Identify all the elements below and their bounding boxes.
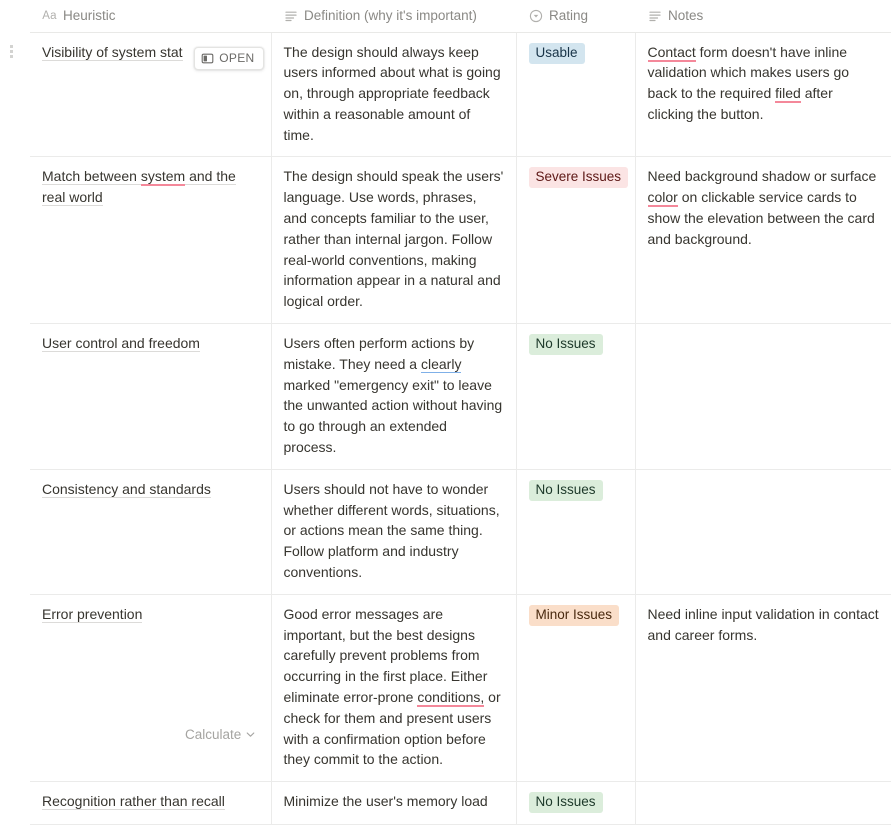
row-drag-handle[interactable] — [6, 44, 16, 61]
table-row: Consistency and standards Users should no… — [0, 469, 891, 595]
expand-panel-icon — [201, 52, 214, 65]
cell-notes[interactable]: Need inline input validation in contact … — [635, 594, 891, 783]
table-footer: Calculate — [0, 727, 891, 748]
table-body: Visibility of system stat OPEN The design … — [0, 32, 891, 825]
heuristic-cell-wrap: Consistency and standards — [42, 479, 259, 500]
heuristic-cell-wrap: Error prevention — [42, 604, 259, 625]
column-header-label-notes: Notes — [668, 8, 704, 24]
definition-text: Users often perform actions by mistake. … — [283, 335, 503, 456]
column-header-label-heuristic: Heuristic — [63, 8, 116, 24]
cell-heuristic[interactable]: Recognition rather than recall — [30, 781, 272, 825]
calculate-button[interactable]: Calculate — [185, 727, 256, 742]
chevron-down-icon — [245, 729, 256, 740]
row-handle-cell — [0, 781, 30, 825]
column-header-definition[interactable]: Definition (why it's important) — [271, 0, 516, 33]
definition-text: Minimize the user's memory load — [283, 793, 488, 810]
row-handle-cell — [0, 32, 30, 158]
notes-text: Contact form doesn't have inline validat… — [647, 43, 850, 122]
column-header-rating[interactable]: Rating — [516, 0, 635, 33]
cell-heuristic[interactable]: Match between system and the real world — [30, 156, 272, 325]
heuristic-title-link[interactable]: Match between system and the real world — [42, 168, 236, 207]
cell-rating[interactable]: No Issues — [516, 781, 636, 825]
cell-definition[interactable]: The design should speak the users' langu… — [271, 156, 517, 325]
row-handle-header-spacer — [0, 0, 30, 33]
cell-rating[interactable]: No Issues — [516, 469, 636, 595]
select-circle-chevron-icon — [528, 8, 543, 23]
cell-rating[interactable]: Minor Issues — [516, 594, 636, 783]
calculate-label: Calculate — [185, 727, 242, 742]
cell-rating[interactable]: Usable — [516, 32, 636, 158]
title-aa-icon: Aa — [42, 9, 57, 22]
heuristic-cell-wrap: Visibility of system stat OPEN — [42, 42, 264, 70]
table-header-row: Aa Heuristic Definition (why it's import… — [0, 0, 891, 33]
status-badge[interactable]: Usable — [528, 42, 585, 64]
grammar-underline: clearly — [420, 355, 462, 373]
definition-text: The design should speak the users' langu… — [283, 168, 504, 310]
table-row: Error prevention Good error messages are … — [0, 594, 891, 783]
status-badge[interactable]: No Issues — [528, 479, 603, 501]
cell-definition[interactable]: Minimize the user's memory load — [271, 781, 517, 825]
heuristic-title-link[interactable]: Recognition rather than recall — [42, 793, 225, 811]
text-lines-icon — [647, 8, 662, 23]
spellcheck-underline: filed — [775, 85, 801, 104]
open-row-button[interactable]: OPEN — [194, 46, 264, 70]
status-badge[interactable]: No Issues — [528, 792, 603, 814]
cell-definition[interactable]: Users should not have to wonder whether … — [271, 469, 517, 595]
cell-notes[interactable]: Contact form doesn't have inline validat… — [635, 32, 891, 158]
definition-text: The design should always keep users info… — [283, 43, 501, 143]
heuristic-title-link[interactable]: Consistency and standards — [42, 480, 211, 498]
heuristic-title-link[interactable]: Error prevention — [42, 605, 143, 623]
spellcheck-underline: color — [647, 189, 678, 208]
row-handle-cell — [0, 469, 30, 595]
heuristic-title-link[interactable]: Visibility of system stat — [42, 43, 183, 61]
cell-notes[interactable] — [635, 781, 891, 825]
table-row: User control and freedom Users often perf… — [0, 323, 891, 470]
cell-rating[interactable]: Severe Issues — [516, 156, 636, 325]
definition-text: Users should not have to wonder whether … — [283, 480, 500, 581]
cell-notes[interactable] — [635, 323, 891, 470]
spellcheck-underline: Contact — [647, 43, 696, 62]
notes-text: Need background shadow or surface color … — [647, 168, 877, 247]
heuristic-cell-wrap: User control and freedom — [42, 333, 259, 354]
cell-notes[interactable] — [635, 469, 891, 595]
column-header-label-definition: Definition (why it's important) — [304, 8, 477, 24]
cell-heuristic[interactable]: User control and freedom — [30, 323, 272, 470]
cell-heuristic[interactable]: Error prevention — [30, 594, 272, 783]
status-badge[interactable]: No Issues — [528, 334, 603, 356]
status-badge[interactable]: Minor Issues — [528, 604, 620, 626]
heuristic-title-link[interactable]: User control and freedom — [42, 335, 200, 353]
cell-heuristic[interactable]: Visibility of system stat OPEN — [30, 32, 272, 158]
row-handle-cell — [0, 156, 30, 325]
heuristic-cell-wrap: Recognition rather than recall — [42, 791, 259, 812]
table-row: Match between system and the real world T… — [0, 156, 891, 325]
database-table: Aa Heuristic Definition (why it's import… — [0, 0, 891, 825]
cell-definition[interactable]: Good error messages are important, but t… — [271, 594, 517, 783]
text-lines-icon — [283, 8, 298, 23]
open-row-button-label: OPEN — [219, 50, 255, 65]
cell-rating[interactable]: No Issues — [516, 323, 636, 470]
heuristic-cell-wrap: Match between system and the real world — [42, 166, 259, 208]
column-header-label-rating: Rating — [549, 8, 589, 24]
notes-text: Need inline input validation in contact … — [647, 605, 879, 643]
column-header-heuristic[interactable]: Aa Heuristic — [30, 0, 271, 33]
cell-definition[interactable]: The design should always keep users info… — [271, 32, 517, 158]
column-header-notes[interactable]: Notes — [635, 0, 891, 33]
spellcheck-underline: conditions, — [417, 689, 485, 708]
cell-heuristic[interactable]: Consistency and standards — [30, 469, 272, 595]
status-badge[interactable]: Severe Issues — [528, 167, 629, 189]
row-handle-cell — [0, 594, 30, 783]
cell-notes[interactable]: Need background shadow or surface color … — [635, 156, 891, 325]
table-row: Visibility of system stat OPEN The design … — [0, 32, 891, 158]
cell-definition[interactable]: Users often perform actions by mistake. … — [271, 323, 517, 470]
table-row: Recognition rather than recall Minimize t… — [0, 781, 891, 825]
spellcheck-underline: system — [140, 168, 186, 187]
row-handle-cell — [0, 323, 30, 470]
